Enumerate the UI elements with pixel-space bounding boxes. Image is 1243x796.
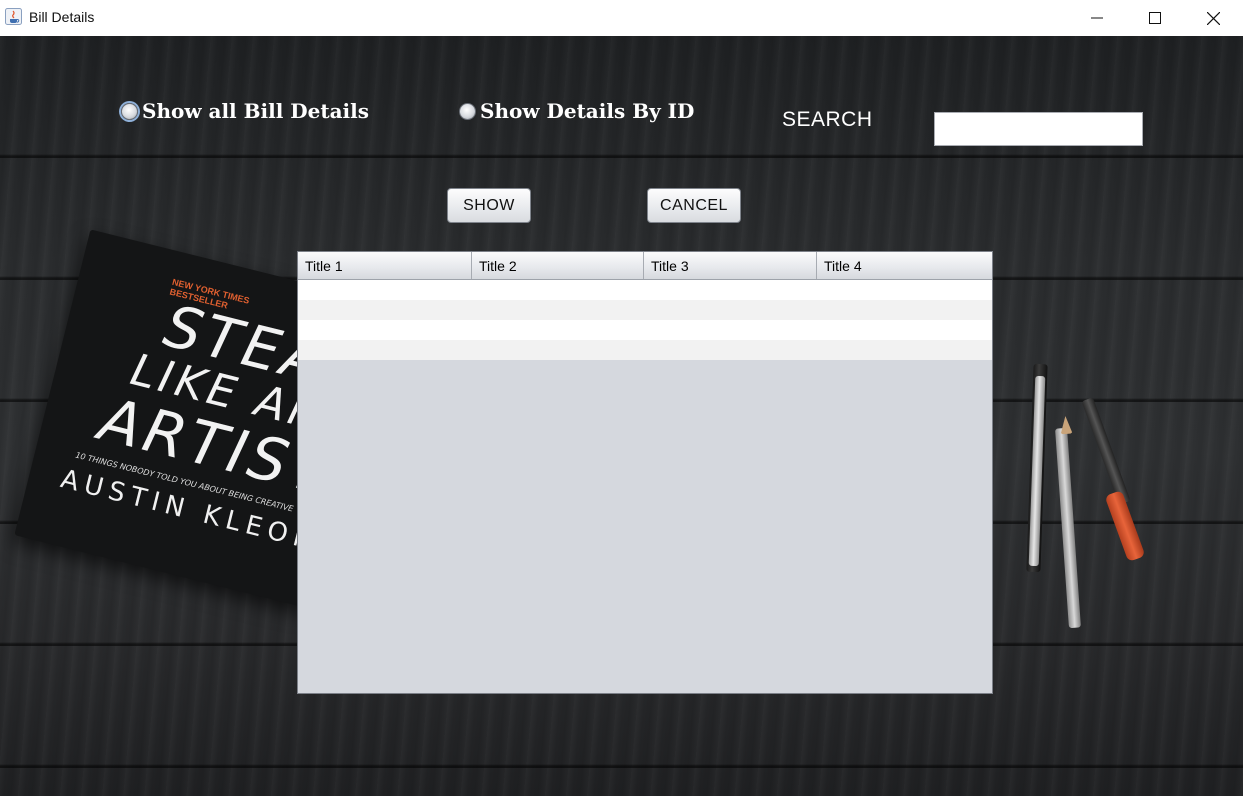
show-all-label: Show all Bill Details [142,99,370,123]
maximize-icon [1149,12,1161,24]
pencil-image [1055,427,1081,629]
table-row[interactable] [298,320,992,340]
search-label: SEARCH [782,108,873,131]
radio-button-show-by-id[interactable] [459,102,476,120]
table-cell[interactable] [298,340,472,360]
java-app-icon [5,8,22,25]
show-button[interactable]: SHOW [447,188,531,223]
column-header[interactable]: Title 1 [298,252,472,279]
cancel-button[interactable]: CANCEL [647,188,741,223]
column-header[interactable]: Title 3 [644,252,817,279]
table-cell[interactable] [472,320,644,340]
table-row[interactable] [298,300,992,320]
table-cell[interactable] [472,340,644,360]
pencil-tip-image [1059,415,1073,435]
table-header: Title 1 Title 2 Title 3 Title 4 [298,252,992,280]
table-cell[interactable] [472,300,644,320]
window-title-bar[interactable]: Bill Details [0,0,1243,36]
table-row[interactable] [298,340,992,360]
show-all-radio[interactable]: Show all Bill Details [121,99,369,123]
table-cell[interactable] [298,320,472,340]
pencil-2-image [1081,397,1131,505]
column-header[interactable]: Title 2 [472,252,644,279]
radio-button-show-all[interactable] [121,102,138,120]
search-input[interactable] [934,112,1143,146]
bill-details-table[interactable]: Title 1 Title 2 Title 3 Title 4 [297,251,993,694]
show-by-id-radio[interactable]: Show Details By ID [459,99,694,123]
table-cell[interactable] [644,340,817,360]
table-row[interactable] [298,280,992,300]
table-cell[interactable] [817,320,992,340]
close-icon [1206,11,1220,25]
maximize-button[interactable] [1126,0,1184,36]
eraser-image [1104,490,1146,562]
table-cell[interactable] [472,280,644,300]
table-cell[interactable] [817,300,992,320]
minimize-button[interactable] [1068,0,1126,36]
table-cell[interactable] [298,280,472,300]
window-title: Bill Details [29,9,95,25]
minimize-icon [1091,17,1103,19]
column-header[interactable]: Title 4 [817,252,992,279]
close-button[interactable] [1184,0,1242,36]
table-cell[interactable] [817,280,992,300]
show-by-id-label: Show Details By ID [480,99,695,123]
table-cell[interactable] [644,300,817,320]
table-cell[interactable] [644,280,817,300]
table-cell[interactable] [298,300,472,320]
table-cell[interactable] [817,340,992,360]
table-cell[interactable] [644,320,817,340]
